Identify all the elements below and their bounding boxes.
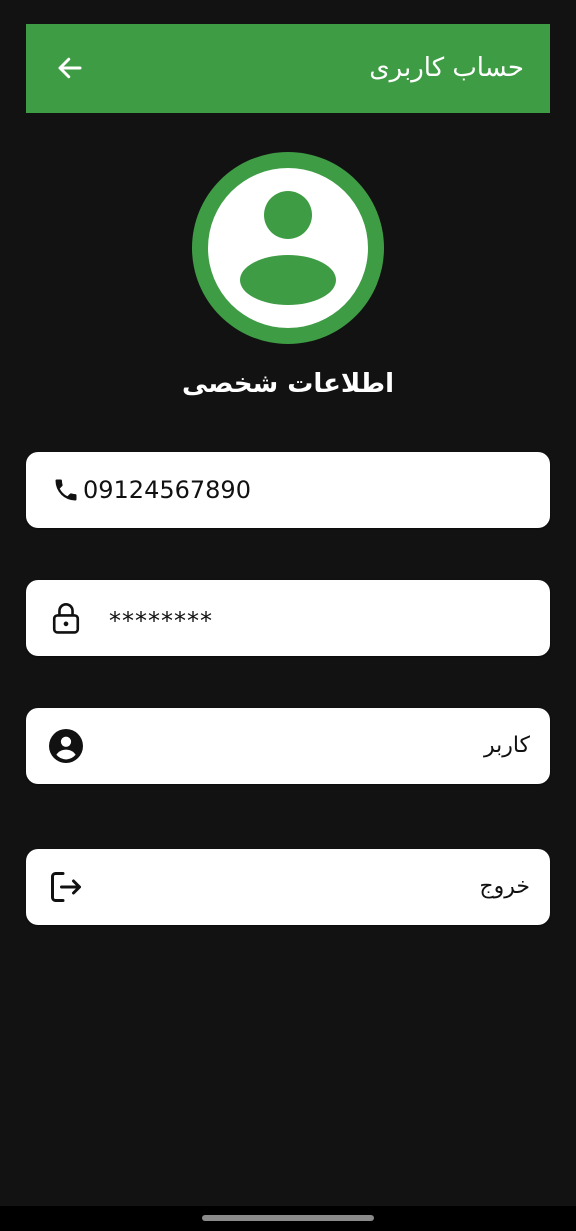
logout-icon <box>46 867 86 907</box>
logout-label: خروج <box>479 874 530 899</box>
phone-value: 09124567890 <box>83 476 251 504</box>
arrow-left-icon <box>58 57 82 79</box>
phone-icon <box>46 470 86 510</box>
phone-field[interactable]: 09124567890 <box>26 452 550 528</box>
user-type-field[interactable]: کاربر <box>26 708 550 784</box>
back-button[interactable] <box>52 50 88 86</box>
account-circle-icon <box>46 726 86 766</box>
system-navigation-bar <box>0 1206 576 1231</box>
section-title: اطلاعات شخصی <box>181 369 395 399</box>
lock-icon <box>46 598 86 638</box>
home-indicator[interactable] <box>202 1215 374 1221</box>
app-bar: حساب کاربری <box>26 24 550 113</box>
logout-button[interactable]: خروج <box>26 849 550 925</box>
user-avatar-icon <box>192 152 384 344</box>
password-field[interactable]: ******** <box>26 580 550 656</box>
page-title: حساب کاربری <box>369 53 524 83</box>
password-value: ******** <box>109 607 213 635</box>
user-type-value: کاربر <box>483 733 530 758</box>
profile-avatar <box>192 152 384 344</box>
